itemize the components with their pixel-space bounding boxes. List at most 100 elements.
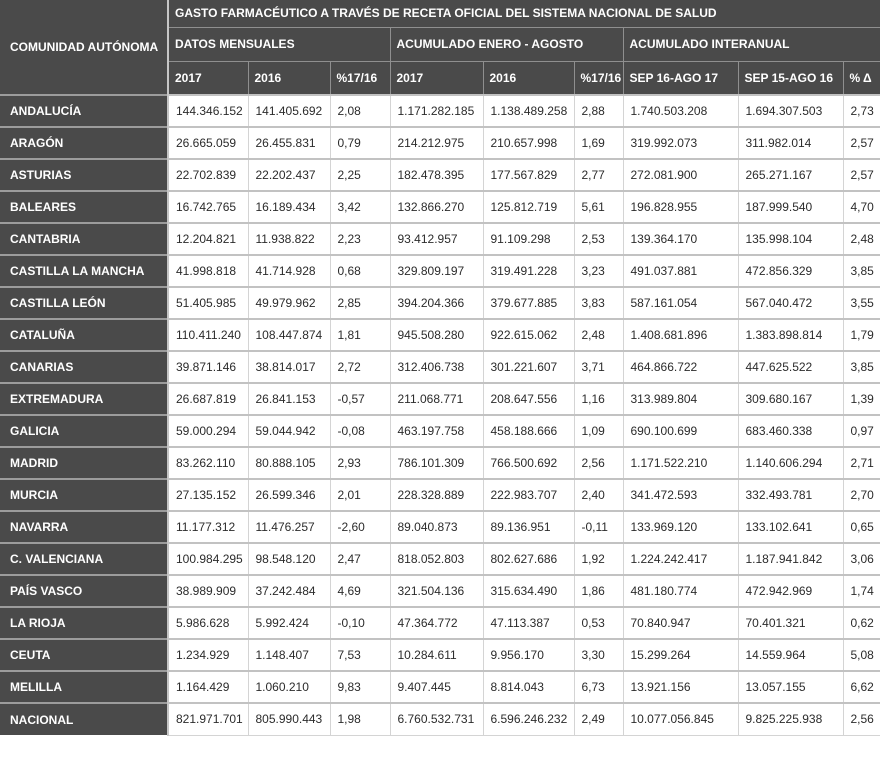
data-cell: 1.224.242.417 [622,542,739,576]
data-cell: 41.714.928 [247,254,331,288]
data-cell: 26.665.059 [167,126,249,160]
group-header-acumulado-enero-agosto: ACUMULADO ENERO - AGOSTO [389,26,624,62]
data-cell: 3,42 [329,190,391,224]
col-header-acum-2017: 2017 [389,60,484,96]
data-cell: 2,85 [329,286,391,320]
data-cell: 5.986.628 [167,606,249,640]
data-cell: 2,56 [842,702,880,736]
data-cell: 110.411.240 [167,318,249,352]
data-cell: 683.460.338 [737,414,844,448]
data-cell: 6.760.532.731 [389,702,484,736]
data-cell: 5,61 [573,190,624,224]
data-cell: 70.401.321 [737,606,844,640]
data-cell: 491.037.881 [622,254,739,288]
data-cell: 11.938.822 [247,222,331,256]
table-row: C. VALENCIANA 100.984.295 98.548.120 2,47 81… [0,542,880,576]
data-cell: 11.476.257 [247,510,331,544]
data-cell: 5,08 [842,638,880,672]
data-cell: 5.992.424 [247,606,331,640]
data-cell: 1.060.210 [247,670,331,704]
data-cell: 7,53 [329,638,391,672]
data-cell: 3,85 [842,254,880,288]
data-cell: 319.992.073 [622,126,739,160]
data-cell: 93.412.957 [389,222,484,256]
corner-header-cell: COMUNIDAD AUTÓNOMA [0,0,169,95]
data-cell: 1.171.522.210 [622,446,739,480]
data-cell: 1,79 [842,318,880,352]
row-label: ASTURIAS [0,158,169,191]
data-cell: 70.840.947 [622,606,739,640]
data-cell: 144.346.152 [167,94,249,128]
data-cell: 1.740.503.208 [622,94,739,128]
row-label: PAÍS VASCO [0,574,169,607]
data-cell: 187.999.540 [737,190,844,224]
data-cell: 1,09 [573,414,624,448]
data-cell: 49.979.962 [247,286,331,320]
data-cell: 0,79 [329,126,391,160]
data-cell: 9.956.170 [482,638,575,672]
data-cell: 80.888.105 [247,446,331,480]
data-cell: 0,68 [329,254,391,288]
data-cell: 0,53 [573,606,624,640]
data-cell: 14.559.964 [737,638,844,672]
data-cell: 1.148.407 [247,638,331,672]
data-cell: 311.982.014 [737,126,844,160]
row-label: CEUTA [0,638,169,671]
data-cell: 8.814.043 [482,670,575,704]
data-cell: 690.100.699 [622,414,739,448]
col-header-sep16-ago17: SEP 16-AGO 17 [622,60,739,96]
data-cell: 1.234.929 [167,638,249,672]
data-cell: 59.000.294 [167,414,249,448]
data-cell: 13.057.155 [737,670,844,704]
data-cell: 1,39 [842,382,880,416]
data-cell: 481.180.774 [622,574,739,608]
data-cell: 83.262.110 [167,446,249,480]
data-cell: 9.407.445 [389,670,484,704]
data-cell: 132.866.270 [389,190,484,224]
data-cell: 98.548.120 [247,542,331,576]
data-cell: 16.189.434 [247,190,331,224]
row-label: BALEARES [0,190,169,223]
data-cell: 4,69 [329,574,391,608]
col-header-mensual-2016: 2016 [247,60,331,96]
data-cell: 2,08 [329,94,391,128]
data-cell: 1.694.307.503 [737,94,844,128]
data-cell: 1.408.681.896 [622,318,739,352]
data-cell: 2,57 [842,158,880,192]
data-cell: 2,77 [573,158,624,192]
data-cell: 26.599.346 [247,478,331,512]
data-cell: 1.383.898.814 [737,318,844,352]
data-cell: 472.856.329 [737,254,844,288]
data-cell: 818.052.803 [389,542,484,576]
data-cell: 3,30 [573,638,624,672]
data-cell: 1.164.429 [167,670,249,704]
data-cell: 214.212.975 [389,126,484,160]
data-cell: 1,92 [573,542,624,576]
data-cell: 4,70 [842,190,880,224]
data-cell: 945.508.280 [389,318,484,352]
row-label: GALICIA [0,414,169,447]
data-cell: 379.677.885 [482,286,575,320]
table-row: EXTREMADURA 26.687.819 26.841.153 -0,57 211.… [0,382,880,416]
data-cell: 135.998.104 [737,222,844,256]
data-cell: 3,83 [573,286,624,320]
data-cell: 196.828.955 [622,190,739,224]
data-cell: -0,08 [329,414,391,448]
table-row: CASTILLA LEÓN 51.405.985 49.979.962 2,85 394… [0,286,880,320]
data-cell: 208.647.556 [482,382,575,416]
data-cell: 100.984.295 [167,542,249,576]
row-label: CATALUÑA [0,318,169,351]
data-cell: 38.989.909 [167,574,249,608]
data-cell: 1,74 [842,574,880,608]
group-header-datos-mensuales: DATOS MENSUALES [167,26,391,62]
data-cell: 141.405.692 [247,94,331,128]
col-header-acum-2016: 2016 [482,60,575,96]
data-cell: 177.567.829 [482,158,575,192]
data-cell: 6,62 [842,670,880,704]
row-label: EXTREMADURA [0,382,169,415]
data-cell: 0,97 [842,414,880,448]
data-cell: 786.101.309 [389,446,484,480]
data-cell: 2,47 [329,542,391,576]
table-row: CEUTA 1.234.929 1.148.407 7,53 10.284.611 9.9… [0,638,880,672]
row-label: C. VALENCIANA [0,542,169,575]
